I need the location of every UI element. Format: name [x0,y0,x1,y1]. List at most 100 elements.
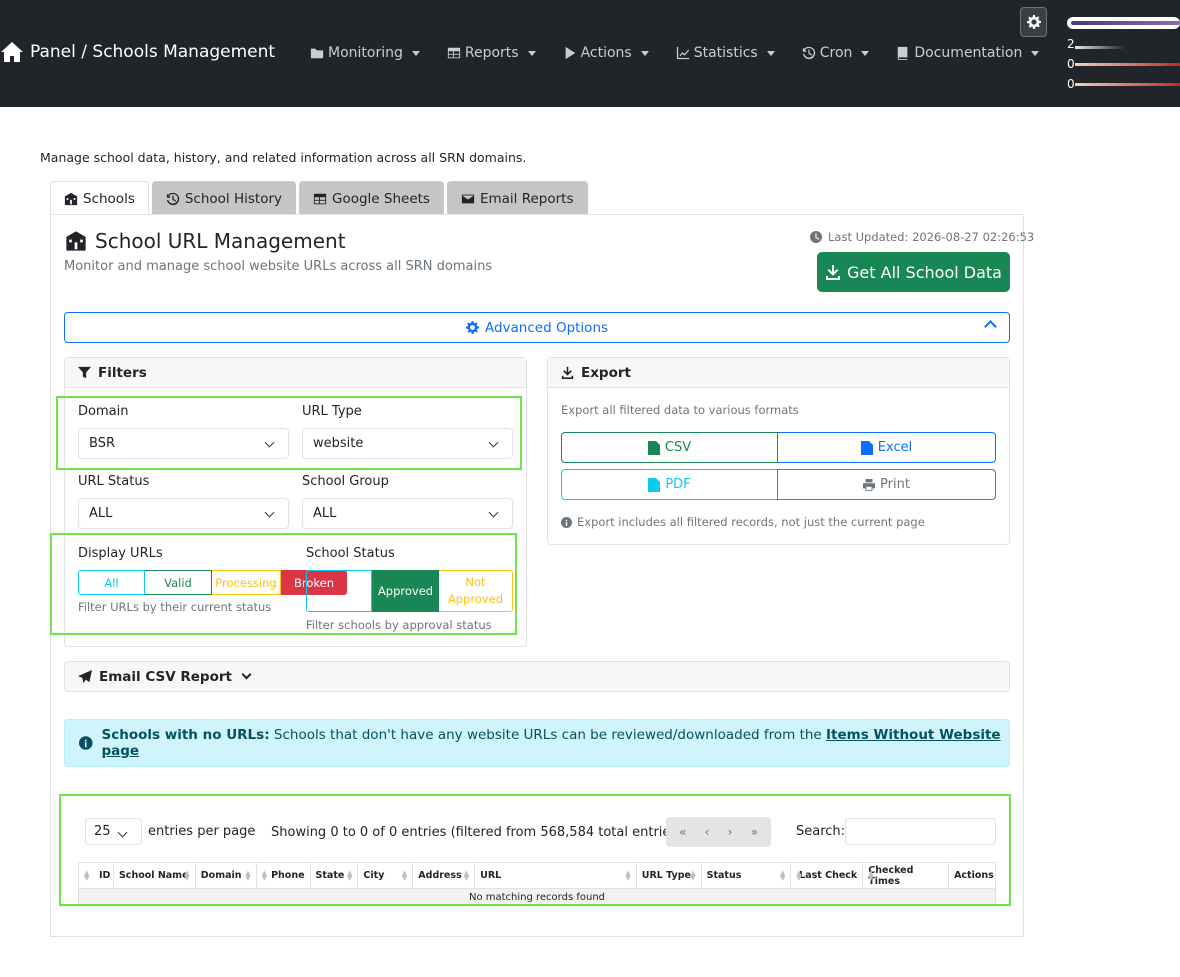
folder-icon [310,48,324,59]
counter-value: 2 [1067,37,1075,51]
page-heading: School URL Management [64,229,346,253]
tab-bar: Schools School History Google Sheets Ema… [50,181,591,215]
sparkline [1075,83,1180,86]
nav-statistics[interactable]: Statistics [676,45,775,61]
sparkline [1075,46,1125,49]
last-updated-text: Last Updated: 2026-08-27 02:26:53 [828,230,1035,244]
book-icon [898,46,908,60]
history-icon [802,46,815,60]
caret-down-icon [861,50,870,56]
chevron-down-icon [241,669,252,680]
envelope-icon [461,194,475,203]
alert-bold: Schools with no URLs: [101,727,270,743]
nav-label: Cron [819,45,853,61]
home-icon [1,42,23,62]
panel-title: Export [581,364,631,381]
paper-plane-icon [78,669,92,683]
caret-down-icon [766,50,775,56]
tab-label: Email Reports [479,190,574,207]
nav-monitoring[interactable]: Monitoring [310,45,420,61]
nav-label: Actions [580,45,632,61]
email-csv-report-toggle[interactable]: Email CSV Report [64,661,1010,692]
nav-actions[interactable]: Actions [563,45,649,61]
export-print-button[interactable]: Print [777,469,996,500]
button-label: Excel [877,440,913,455]
button-label: Get All School Data [847,262,1002,282]
theme-settings-button[interactable] [1020,7,1047,37]
nav-label: Statistics [693,45,758,61]
button-label: CSV [664,440,692,455]
tab-label: Schools [83,190,135,207]
info-circle-icon [561,516,572,528]
highlight-box [59,794,1011,906]
toggle-label: Advanced Options [484,319,609,336]
filter-icon [78,366,91,379]
main-nav: Monitoring Reports Actions Statistics Cr… [310,45,1066,61]
play-icon [565,46,575,60]
intro-text: Manage school data, history, and related… [40,150,527,165]
caret-down-icon [527,50,536,56]
nav-label: Reports [464,45,519,61]
get-all-school-data-button[interactable]: Get All School Data [817,252,1010,292]
nav-cron[interactable]: Cron [802,45,870,61]
school-group-label: School Group [302,474,389,489]
section-title: Email CSV Report [99,668,232,685]
gear-icon [465,321,479,334]
page-title: School URL Management [95,229,346,253]
export-pdf-button[interactable]: PDF [561,469,778,500]
download-icon [561,366,574,379]
last-updated: Last Updated: 2026-08-27 02:26:53 [810,230,1034,244]
button-label: PDF [665,477,691,492]
gear-icon [1026,15,1041,29]
tab-schools[interactable]: Schools [50,181,149,215]
caret-down-icon [1031,50,1040,56]
usage-bar [1067,17,1180,29]
highlight-box [50,533,517,635]
nav-documentation[interactable]: Documentation [896,45,1040,61]
panel-title: Filters [98,364,147,381]
file-csv-icon [647,440,660,455]
table-icon [447,47,460,59]
page-title-brand: Panel / Schools Management [30,42,276,62]
print-icon [863,478,876,491]
tab-label: School History [184,190,282,207]
school-icon [64,192,78,205]
chevron-up-icon [984,320,997,333]
nav-label: Documentation [914,45,1023,61]
advanced-options-toggle[interactable]: Advanced Options [64,312,1010,343]
caret-down-icon [411,50,420,56]
tab-school-history[interactable]: School History [151,181,296,215]
table-icon [313,193,327,204]
top-navbar: Panel / Schools Management Monitoring Re… [0,0,1180,107]
page-subtitle: Monitor and manage school website URLs a… [64,259,493,274]
nav-label: Monitoring [328,45,403,61]
export-note-text: Export includes all filtered records, no… [577,515,925,529]
export-excel-button[interactable]: Excel [777,432,996,463]
counter-value: 0 [1067,77,1075,91]
tab-email-reports[interactable]: Email Reports [446,181,588,215]
export-description: Export all filtered data to various form… [561,403,799,417]
info-alert: Schools with no URLs: Schools that don't… [64,719,1010,767]
chart-line-icon [676,46,689,60]
filters-header: Filters [65,358,526,388]
counter-value: 0 [1067,57,1075,71]
clock-icon [810,231,822,243]
highlight-box [56,396,522,470]
button-label: Print [880,477,910,492]
history-icon [166,192,180,205]
export-header: Export [548,358,1009,388]
alert-text: Schools that don't have any website URLs… [273,727,822,743]
nav-reports[interactable]: Reports [447,45,536,61]
export-csv-button[interactable]: CSV [561,432,778,463]
brand[interactable]: Panel / Schools Management [0,40,275,64]
download-icon [826,265,841,280]
url-status-label: URL Status [78,474,150,489]
school-group-select[interactable]: ALL [302,498,513,529]
url-status-select[interactable]: ALL [78,498,289,529]
sparkline [1075,63,1180,66]
tab-google-sheets[interactable]: Google Sheets [299,181,444,215]
caret-down-icon [640,50,649,56]
tab-label: Google Sheets [332,190,430,207]
info-circle-icon [79,736,93,750]
school-icon [66,231,86,251]
